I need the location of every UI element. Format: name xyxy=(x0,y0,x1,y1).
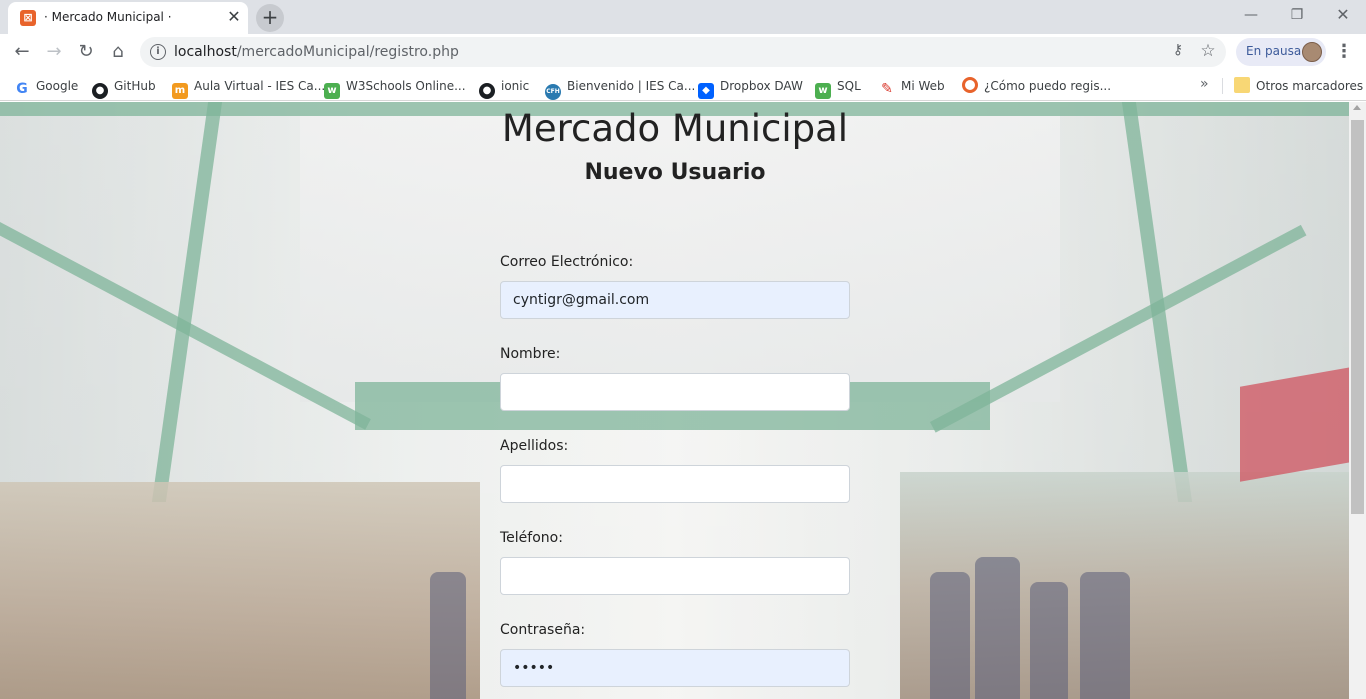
profile-status: En pausa xyxy=(1246,44,1302,58)
back-arrow-icon[interactable]: ← xyxy=(8,38,36,66)
page-title: Mercado Municipal xyxy=(501,107,849,150)
apellidos-label: Apellidos: xyxy=(500,438,569,454)
background-person xyxy=(430,572,466,699)
page-subtitle: Nuevo Usuario xyxy=(584,160,766,185)
bookmark-label: SQL xyxy=(837,79,861,93)
bookmark-label: GitHub xyxy=(114,79,156,93)
background-person xyxy=(1080,572,1130,699)
key-icon[interactable]: ⚷ xyxy=(1168,42,1188,62)
ies-icon: CFH xyxy=(545,84,561,100)
email-label: Correo Electrónico: xyxy=(500,254,634,270)
mi-web-icon: ✎ xyxy=(879,81,895,97)
bookmark-label: Otros marcadores xyxy=(1256,79,1364,93)
background-person xyxy=(930,572,970,699)
tab-strip: ⊠ · Mercado Municipal · ✕ + — ❐ ✕ xyxy=(0,0,1366,34)
nombre-field[interactable] xyxy=(500,373,850,411)
background-person xyxy=(975,557,1020,699)
bookmark-ionic[interactable]: ● ionic xyxy=(479,76,530,99)
more-bookmarks-chevron-icon[interactable]: » xyxy=(1200,76,1209,92)
reload-icon[interactable]: ↻ xyxy=(72,38,100,66)
forward-arrow-icon[interactable]: → xyxy=(40,38,68,66)
home-icon[interactable]: ⌂ xyxy=(104,38,132,66)
restore-icon[interactable]: ❐ xyxy=(1274,0,1320,30)
close-icon[interactable]: ✕ xyxy=(224,7,244,27)
new-tab-button[interactable]: + xyxy=(256,4,284,32)
url-text[interactable]: localhost/mercadoMunicipal/registro.php xyxy=(174,44,459,60)
bookmark-label: Bienvenido | IES Ca... xyxy=(567,79,696,93)
bookmark-sql[interactable]: w SQL xyxy=(815,76,861,99)
bookmark-w3schools[interactable]: w W3Schools Online... xyxy=(324,76,466,99)
bookmark-label: W3Schools Online... xyxy=(346,79,466,93)
xampp-favicon-icon: ⊠ xyxy=(20,10,36,26)
page-scrollbar[interactable] xyxy=(1349,102,1366,699)
bookmark-como-puedo[interactable]: ¿Cómo puedo regis... xyxy=(962,76,1111,96)
star-icon[interactable]: ☆ xyxy=(1198,41,1218,61)
background-market-stall-left xyxy=(0,482,480,699)
url-path: /mercadoMunicipal/registro.php xyxy=(236,44,459,60)
telefono-label: Teléfono: xyxy=(500,530,563,546)
telefono-field[interactable] xyxy=(500,557,850,595)
apellidos-field[interactable] xyxy=(500,465,850,503)
background-beam xyxy=(151,102,223,502)
background-banner xyxy=(1240,367,1349,482)
bookmark-label: ¿Cómo puedo regis... xyxy=(984,79,1112,93)
password-label: Contraseña: xyxy=(500,622,586,638)
github-icon: ● xyxy=(479,83,495,99)
bookmark-google[interactable]: G Google xyxy=(14,76,79,97)
other-bookmarks-folder[interactable]: Otros marcadores xyxy=(1234,76,1363,96)
scroll-up-arrow-icon[interactable] xyxy=(1353,105,1361,110)
kebab-menu-icon[interactable]: ⋮ xyxy=(1334,38,1354,66)
circle-icon xyxy=(962,77,978,93)
minimize-icon[interactable]: — xyxy=(1228,0,1274,30)
bookmarks-divider xyxy=(1222,78,1223,94)
window-close-icon[interactable]: ✕ xyxy=(1320,0,1366,30)
bookmark-aula-virtual[interactable]: m Aula Virtual - IES Ca... xyxy=(172,76,326,99)
avatar xyxy=(1302,42,1322,62)
bookmark-label: Dropbox DAW xyxy=(720,79,803,93)
info-icon[interactable]: i xyxy=(150,44,166,60)
bookmarks-bar: G Google ● GitHub m Aula Virtual - IES Ca..… xyxy=(0,70,1366,101)
google-icon: G xyxy=(14,81,30,97)
aula-virtual-icon: m xyxy=(172,83,188,99)
bookmark-label: ionic xyxy=(501,79,530,93)
profile-button[interactable]: En pausa xyxy=(1236,38,1326,66)
scroll-thumb[interactable] xyxy=(1351,120,1364,514)
background-person xyxy=(1030,582,1068,699)
bookmark-label: Mi Web xyxy=(901,79,945,93)
bookmark-dropbox[interactable]: ◆ Dropbox DAW xyxy=(698,76,803,99)
folder-icon xyxy=(1234,77,1250,93)
address-bar[interactable]: i localhost/mercadoMunicipal/registro.ph… xyxy=(140,37,1226,67)
page-viewport: Mercado Municipal Nuevo Usuario Correo E… xyxy=(0,102,1349,699)
bookmark-mi-web[interactable]: ✎ Mi Web xyxy=(879,76,945,97)
w3schools-icon: w xyxy=(815,83,831,99)
bookmark-label: Google xyxy=(36,79,79,93)
github-icon: ● xyxy=(92,83,108,99)
w3schools-icon: w xyxy=(324,83,340,99)
nombre-label: Nombre: xyxy=(500,346,561,362)
tab-title: · Mercado Municipal · xyxy=(44,10,172,24)
browser-toolbar: ← → ↻ ⌂ i localhost/mercadoMunicipal/reg… xyxy=(0,34,1366,70)
url-host: localhost xyxy=(174,44,237,60)
bookmark-label: Aula Virtual - IES Ca... xyxy=(194,79,326,93)
browser-tab[interactable]: ⊠ · Mercado Municipal · ✕ xyxy=(8,2,248,34)
bookmark-bienvenido-ies[interactable]: CFH Bienvenido | IES Ca... xyxy=(545,76,696,100)
email-field[interactable] xyxy=(500,281,850,319)
bookmark-github[interactable]: ● GitHub xyxy=(92,76,156,99)
dropbox-icon: ◆ xyxy=(698,83,714,99)
password-field[interactable] xyxy=(500,649,850,687)
